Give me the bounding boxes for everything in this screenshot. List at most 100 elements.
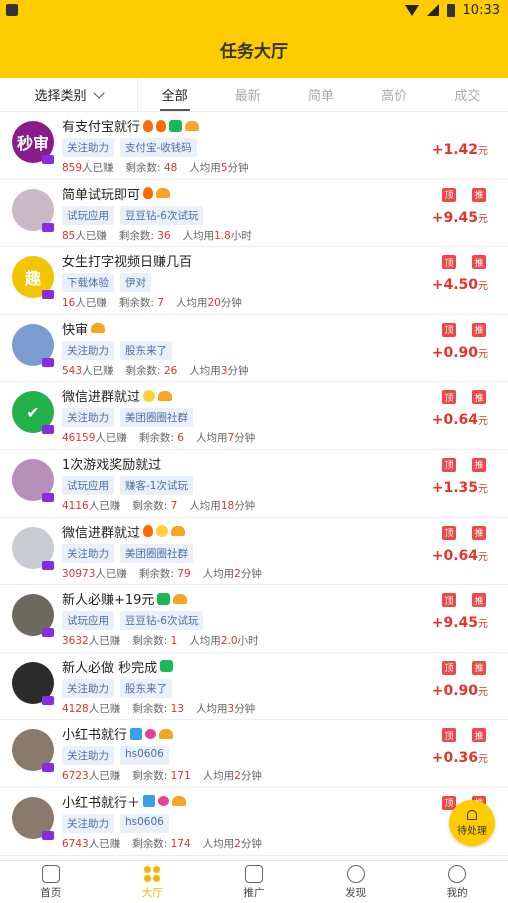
task-title: 女生打字视频日赚几百 [62, 255, 193, 271]
nav-promote-label: 推广 [243, 886, 265, 899]
task-stats: 859人已赚 剩余数: 48 人均用5分钟 [62, 160, 249, 175]
task-stats: 6723人已赚 剩余数: 171 人均用2分钟 [62, 768, 262, 783]
reward-amount: +0.64 [431, 547, 478, 564]
emoji-icon [143, 389, 156, 402]
nav-discover-label: 发现 [345, 886, 367, 899]
remaining-stat: 剩余数: 7 [132, 498, 177, 513]
vip-badge-icon [42, 492, 54, 502]
remaining-label: 剩余数: [125, 364, 161, 377]
task-title: 小红书就行＋ [62, 795, 141, 811]
remaining-count: 171 [170, 770, 191, 783]
task-list: 秒审 有支付宝就行 关注助力 支付宝-收钱码 859人已赚 剩余数: 48 人均用… [0, 112, 508, 860]
task-row[interactable]: 小红书就行＋ 关注助力 hs0606 6743人已赚 剩余数: 174 人均用2分… [0, 787, 508, 856]
category-select[interactable]: 选择类别 [0, 77, 138, 112]
earned-label: 人已赚 [75, 297, 107, 310]
reward-amount: +0.90 [431, 344, 478, 361]
task-title-line: 快审 [62, 319, 106, 338]
reward-unit: 元 [478, 754, 488, 766]
task-tag: 关注助力 [62, 813, 114, 833]
hat-icon [159, 728, 174, 739]
avg-unit: 分钟 [234, 432, 256, 445]
task-badges: 顶推 [442, 187, 486, 202]
avg-label: 人均用 [189, 162, 221, 174]
remaining-stat: 剩余数: 1 [132, 633, 177, 648]
task-reward: +0.90元 [432, 345, 488, 361]
reward-amount: +4.50 [431, 277, 478, 294]
task-tag: 美团圈圈社群 [120, 543, 193, 563]
top-badge: 顶 [442, 390, 456, 405]
task-row[interactable]: 新人必赚+19元 试玩应用 豆豆钻-6次试玩 3632人已赚 剩余数: 1 人均用… [0, 585, 508, 653]
pending-button[interactable]: 待处理 [449, 800, 495, 846]
task-row[interactable]: 1次游戏奖励就过 试玩应用 赚客-1次试玩 4116人已赚 剩余数: 7 人均用1… [0, 449, 508, 518]
task-row[interactable]: 快审 关注助力 股东来了 543人已赚 剩余数: 26 人均用3分钟 顶推 +0.… [0, 314, 508, 383]
task-row[interactable]: 趣 女生打字视频日赚几百 下载体验 伊对 16人已赚 剩余数: 7 人均用20分钟… [0, 247, 508, 315]
pending-label: 待处理 [457, 825, 487, 837]
top-badge: 顶 [442, 525, 456, 540]
task-tags: 关注助力 hs0606 [62, 813, 169, 833]
nav-promote[interactable]: 推广 [203, 861, 305, 903]
vip-badge-icon [42, 222, 54, 232]
task-reward: +9.45元 [432, 210, 488, 226]
reward-amount: +9.45 [431, 209, 478, 226]
remaining-stat: 剩余数: 26 [126, 363, 178, 378]
task-title: 新人必赚+19元 [62, 593, 155, 609]
earned-label: 人已赚 [88, 837, 121, 850]
remaining-count: 1 [170, 635, 178, 648]
task-row[interactable]: ✔ 微信进群就过 关注助力 美团圈圈社群 46159人已赚 剩余数: 6 人均用7… [0, 382, 508, 450]
nav-home[interactable]: 首页 [0, 861, 102, 903]
task-row[interactable]: 简单试玩即可 试玩应用 豆豆钻-6次试玩 85人已赚 剩余数: 36 人均用1.8… [0, 179, 508, 248]
avg-unit: 分钟 [234, 499, 256, 512]
avg-time-stat: 人均用3分钟 [189, 363, 248, 378]
bao-icon [169, 119, 183, 132]
task-title-line: 1次游戏奖励就过 [62, 454, 161, 473]
task-row[interactable]: 微信进群就过 关注助力 美团圈圈社群 30973人已赚 剩余数: 79 人均用2分… [0, 517, 508, 586]
task-stats: 3632人已赚 剩余数: 1 人均用2.0小时 [62, 633, 259, 648]
task-row[interactable]: 新人必做 秒完成 关注助力 股东来了 4128人已赚 剩余数: 13 人均用3分钟… [0, 652, 508, 721]
reward-amount: +0.36 [431, 750, 478, 767]
tab-high-price[interactable]: 高价 [375, 77, 413, 112]
avg-time-stat: 人均用2分钟 [203, 836, 262, 851]
earned-count: 6723 [62, 770, 89, 783]
remaining-label: 剩余数: [118, 229, 154, 242]
avg-unit: 小时 [230, 229, 252, 242]
tab-completed[interactable]: 成交 [448, 77, 486, 112]
recommend-badge: 推 [472, 322, 486, 337]
reward-amount: +0.64 [431, 412, 478, 429]
gift-icon [244, 864, 263, 883]
tab-simple[interactable]: 简单 [302, 77, 340, 112]
earned-stat: 46159人已赚 [62, 430, 127, 445]
nav-me[interactable]: 我的 [406, 861, 508, 903]
task-tag: 股东来了 [120, 340, 172, 360]
bao-icon [160, 660, 174, 673]
task-tag: 关注助力 [62, 678, 114, 698]
nav-discover[interactable]: 发现 [305, 861, 407, 903]
earned-stat: 4128人已赚 [62, 701, 120, 716]
task-tag: hs0606 [120, 746, 169, 766]
earned-stat: 6723人已赚 [62, 768, 120, 783]
task-title: 1次游戏奖励就过 [62, 457, 162, 473]
task-stats: 46159人已赚 剩余数: 6 人均用7分钟 [62, 430, 255, 445]
remaining-count: 13 [170, 702, 184, 715]
tab-all[interactable]: 全部 [156, 77, 194, 112]
filter-tabs: 全部 最新 简单 高价 成交 [138, 77, 508, 112]
hat-icon [173, 593, 188, 604]
tab-latest[interactable]: 最新 [229, 77, 267, 112]
status-bar: 10:33 [0, 0, 508, 20]
nav-hall[interactable]: 大厅 [102, 861, 204, 903]
avg-time-stat: 人均用3分钟 [196, 701, 255, 716]
reward-amount: +1.42 [431, 142, 478, 158]
task-row[interactable]: 秒审 有支付宝就行 关注助力 支付宝-收钱码 859人已赚 剩余数: 48 人均用… [0, 112, 508, 180]
task-title: 新人必做 秒完成 [62, 660, 158, 676]
reward-unit: 元 [478, 483, 488, 495]
avg-time-stat: 人均用2.0小时 [189, 633, 258, 648]
reward-unit: 元 [478, 281, 488, 293]
task-tag: 股东来了 [120, 678, 172, 698]
top-badge: 顶 [442, 322, 456, 337]
task-row[interactable]: 小红书就行 关注助力 hs0606 6723人已赚 剩余数: 171 人均用2分钟… [0, 720, 508, 788]
kan-icon [130, 727, 143, 740]
task-tag: 美团圈圈社群 [120, 408, 193, 428]
reward-unit: 元 [478, 551, 488, 563]
avg-unit: 分钟 [227, 162, 249, 174]
task-title-line: 新人必做 秒完成 [62, 657, 174, 676]
remaining-stat: 剩余数: 13 [132, 701, 184, 716]
